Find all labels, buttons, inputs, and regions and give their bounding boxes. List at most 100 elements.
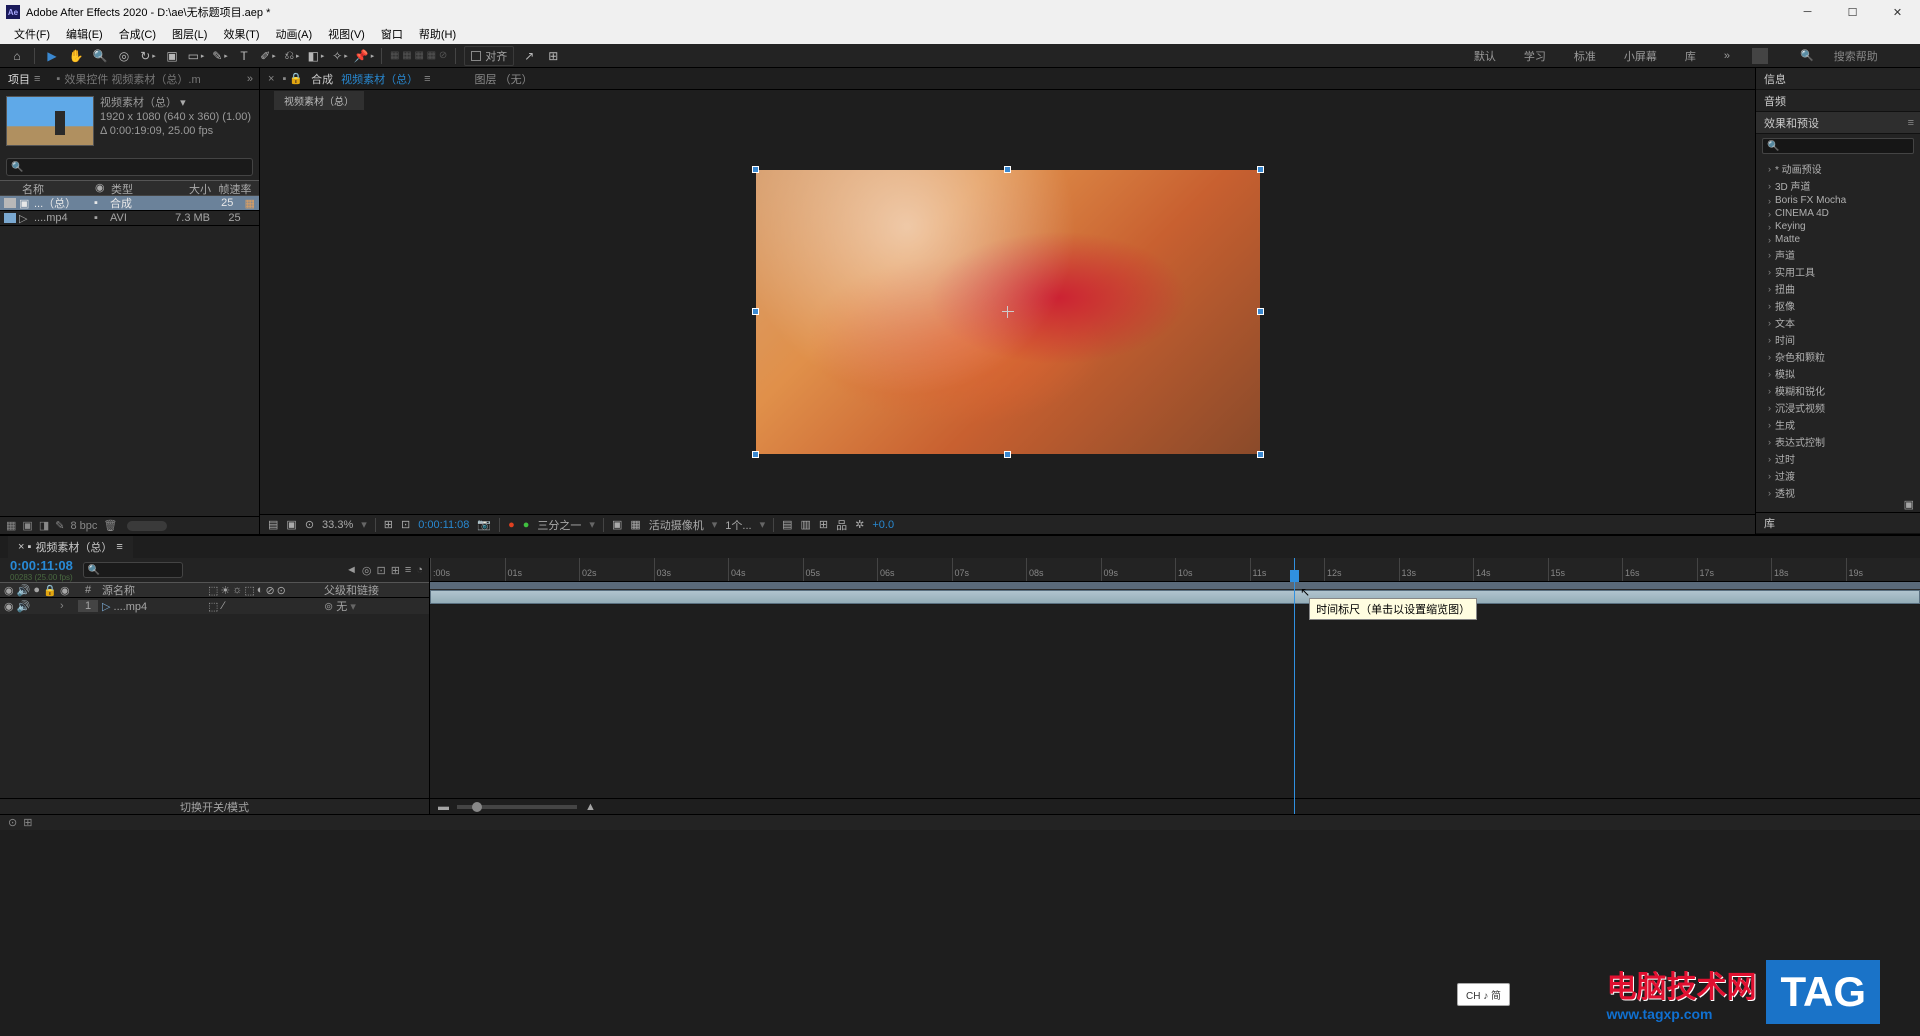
ruler-tick[interactable]: 17s (1697, 558, 1772, 581)
comp-flowchart-icon[interactable]: 品 (836, 517, 847, 533)
preset-category[interactable]: 生成 (1756, 416, 1920, 433)
transform-handle[interactable] (752, 308, 759, 315)
delete-icon[interactable]: 🗑 (103, 519, 117, 532)
preset-category[interactable]: 实用工具 (1756, 263, 1920, 280)
selection-tool-icon[interactable]: ▶ (43, 47, 61, 65)
ruler-tick[interactable]: 12s (1324, 558, 1399, 581)
preset-category[interactable]: Matte (1756, 233, 1920, 246)
comp-mini-flowchart-icon[interactable]: ◄ (346, 564, 357, 577)
safe-zone-icon[interactable]: ⊡ (401, 518, 410, 531)
ruler-tick[interactable]: 05s (803, 558, 878, 581)
shape-tool-icon[interactable]: ▭ (187, 47, 205, 65)
bpc-button[interactable]: 8 bpc (70, 520, 97, 532)
transform-handle[interactable] (1257, 451, 1264, 458)
workspace-more[interactable]: » (1716, 48, 1738, 64)
transform-handle[interactable] (1004, 451, 1011, 458)
hand-tool-icon[interactable]: ✋ (67, 47, 85, 65)
render-queue-icon[interactable]: ⊙ (8, 816, 17, 829)
resolution-dropdown[interactable]: 三分之一 (537, 517, 581, 533)
zoom-dropdown[interactable]: 33.3% (322, 519, 353, 531)
preset-category[interactable]: 杂色和颗粒 (1756, 348, 1920, 365)
playhead[interactable] (1294, 558, 1295, 814)
transform-handle[interactable] (752, 166, 759, 173)
info-panel-header[interactable]: 信息 (1756, 68, 1920, 90)
ruler-tick[interactable]: 16s (1622, 558, 1697, 581)
new-folder-icon[interactable]: ▣ (22, 519, 32, 532)
current-time-display[interactable]: 0:00:11:08 (418, 519, 469, 531)
workspace-learn[interactable]: 学习 (1516, 46, 1554, 66)
project-item-footage[interactable]: ▷ ....mp4 ▪ AVI 7.3 MB 25 (0, 211, 259, 226)
channel-green-icon[interactable]: ● (523, 519, 530, 531)
ruler-tick[interactable]: 01s (505, 558, 580, 581)
effects-search-input[interactable]: 🔍 (1762, 138, 1914, 154)
timeline-icon[interactable]: ⊞ (819, 518, 828, 531)
preset-category[interactable]: 时间 (1756, 331, 1920, 348)
work-area-bar[interactable] (430, 582, 1920, 589)
transform-handle[interactable] (752, 451, 759, 458)
ruler-tick[interactable]: 15s (1548, 558, 1623, 581)
timeline-layer-row[interactable]: ◉🔊 › 1 ▷ ....mp4 ⬚∕ ⊚ 无 ▾ (0, 598, 429, 614)
menu-help[interactable]: 帮助(H) (413, 24, 462, 44)
preset-category[interactable]: 过渡 (1756, 467, 1920, 484)
ruler-tick[interactable]: :00s (430, 558, 505, 581)
transparency-grid-icon[interactable]: ▦ (630, 518, 640, 531)
ruler-tick[interactable]: 14s (1473, 558, 1548, 581)
menu-view[interactable]: 视图(V) (322, 24, 371, 44)
mask-toggle-icon[interactable]: ⊙ (305, 518, 314, 531)
menu-animation[interactable]: 动画(A) (270, 24, 319, 44)
preset-category[interactable]: * 动画预设 (1756, 160, 1920, 177)
workspace-library[interactable]: 库 (1677, 46, 1704, 66)
menu-layer[interactable]: 图层(L) (166, 24, 213, 44)
layer-tab[interactable]: 图层 （无） (475, 71, 533, 87)
effect-controls-tab[interactable]: ▪ 效果控件 视频素材（总）.m (48, 68, 208, 90)
snap-toggle[interactable]: 对齐 (464, 46, 514, 66)
preset-category[interactable]: 表达式控制 (1756, 433, 1920, 450)
new-bin-icon[interactable]: ▣ (1904, 498, 1914, 512)
project-search-input[interactable]: 🔍 (6, 158, 253, 176)
help-search[interactable]: 🔍 搜索帮助 (1792, 46, 1912, 66)
timeline-track[interactable] (430, 589, 1920, 605)
text-tool-icon[interactable]: T (235, 47, 253, 65)
menu-file[interactable]: 文件(F) (8, 24, 56, 44)
magnification-icon[interactable]: ▣ (286, 518, 296, 531)
preset-category[interactable]: CINEMA 4D (1756, 207, 1920, 220)
timeline-timecode[interactable]: 0:00:11:08 (10, 558, 73, 573)
motion-blur-icon[interactable]: ≡ (405, 564, 411, 577)
snap-options-icon[interactable]: ↗ (520, 47, 538, 65)
channel-red-icon[interactable]: ● (508, 519, 515, 531)
ruler-tick[interactable]: 02s (579, 558, 654, 581)
resolution-icon[interactable]: ⊞ (384, 518, 393, 531)
draft-3d-icon[interactable]: ◎ (362, 564, 372, 577)
workspace-small[interactable]: 小屏幕 (1616, 46, 1665, 66)
ruler-tick[interactable]: 13s (1399, 558, 1474, 581)
workspace-default[interactable]: 默认 (1466, 46, 1504, 66)
menu-window[interactable]: 窗口 (375, 24, 409, 44)
clone-tool-icon[interactable]: ⎌ (283, 47, 301, 65)
workspace-standard[interactable]: 标准 (1566, 46, 1604, 66)
roto-tool-icon[interactable]: ✧ (331, 47, 349, 65)
toggle-switches-button[interactable]: 切换开关/模式 (180, 799, 249, 815)
orbit-tool-icon[interactable]: ◎ (115, 47, 133, 65)
minimize-button[interactable]: ─ (1785, 0, 1830, 24)
comp-flowchart-tab[interactable]: 视频素材（总） (274, 91, 364, 110)
ruler-tick[interactable]: 08s (1026, 558, 1101, 581)
preset-category[interactable]: 3D 声道 (1756, 177, 1920, 194)
ruler-tick[interactable]: 18s (1771, 558, 1846, 581)
library-panel-header[interactable]: 库 (1756, 512, 1920, 534)
preset-category[interactable]: 文本 (1756, 314, 1920, 331)
always-preview-icon[interactable]: ▤ (268, 518, 278, 531)
timeline-tab[interactable]: × ▪ 视频素材（总） ≡ (8, 536, 133, 558)
panel-more-icon[interactable]: » (247, 73, 253, 85)
ruler-tick[interactable]: 19s (1846, 558, 1920, 581)
reset-exposure-icon[interactable]: ✲ (855, 518, 864, 531)
rotate-tool-icon[interactable]: ↻ (139, 47, 157, 65)
maximize-button[interactable]: ☐ (1830, 0, 1875, 24)
ruler-tick[interactable]: 04s (728, 558, 803, 581)
graph-editor-icon[interactable]: ◔ (416, 564, 423, 577)
timeline-zoom-slider[interactable] (457, 805, 577, 809)
preset-category[interactable]: 抠像 (1756, 297, 1920, 314)
interpret-footage-icon[interactable]: ▦ (6, 519, 16, 532)
pixel-aspect-icon[interactable]: ▤ (782, 518, 792, 531)
pen-tool-icon[interactable]: ✎ (211, 47, 229, 65)
project-tab[interactable]: 项目≡ (0, 68, 48, 90)
